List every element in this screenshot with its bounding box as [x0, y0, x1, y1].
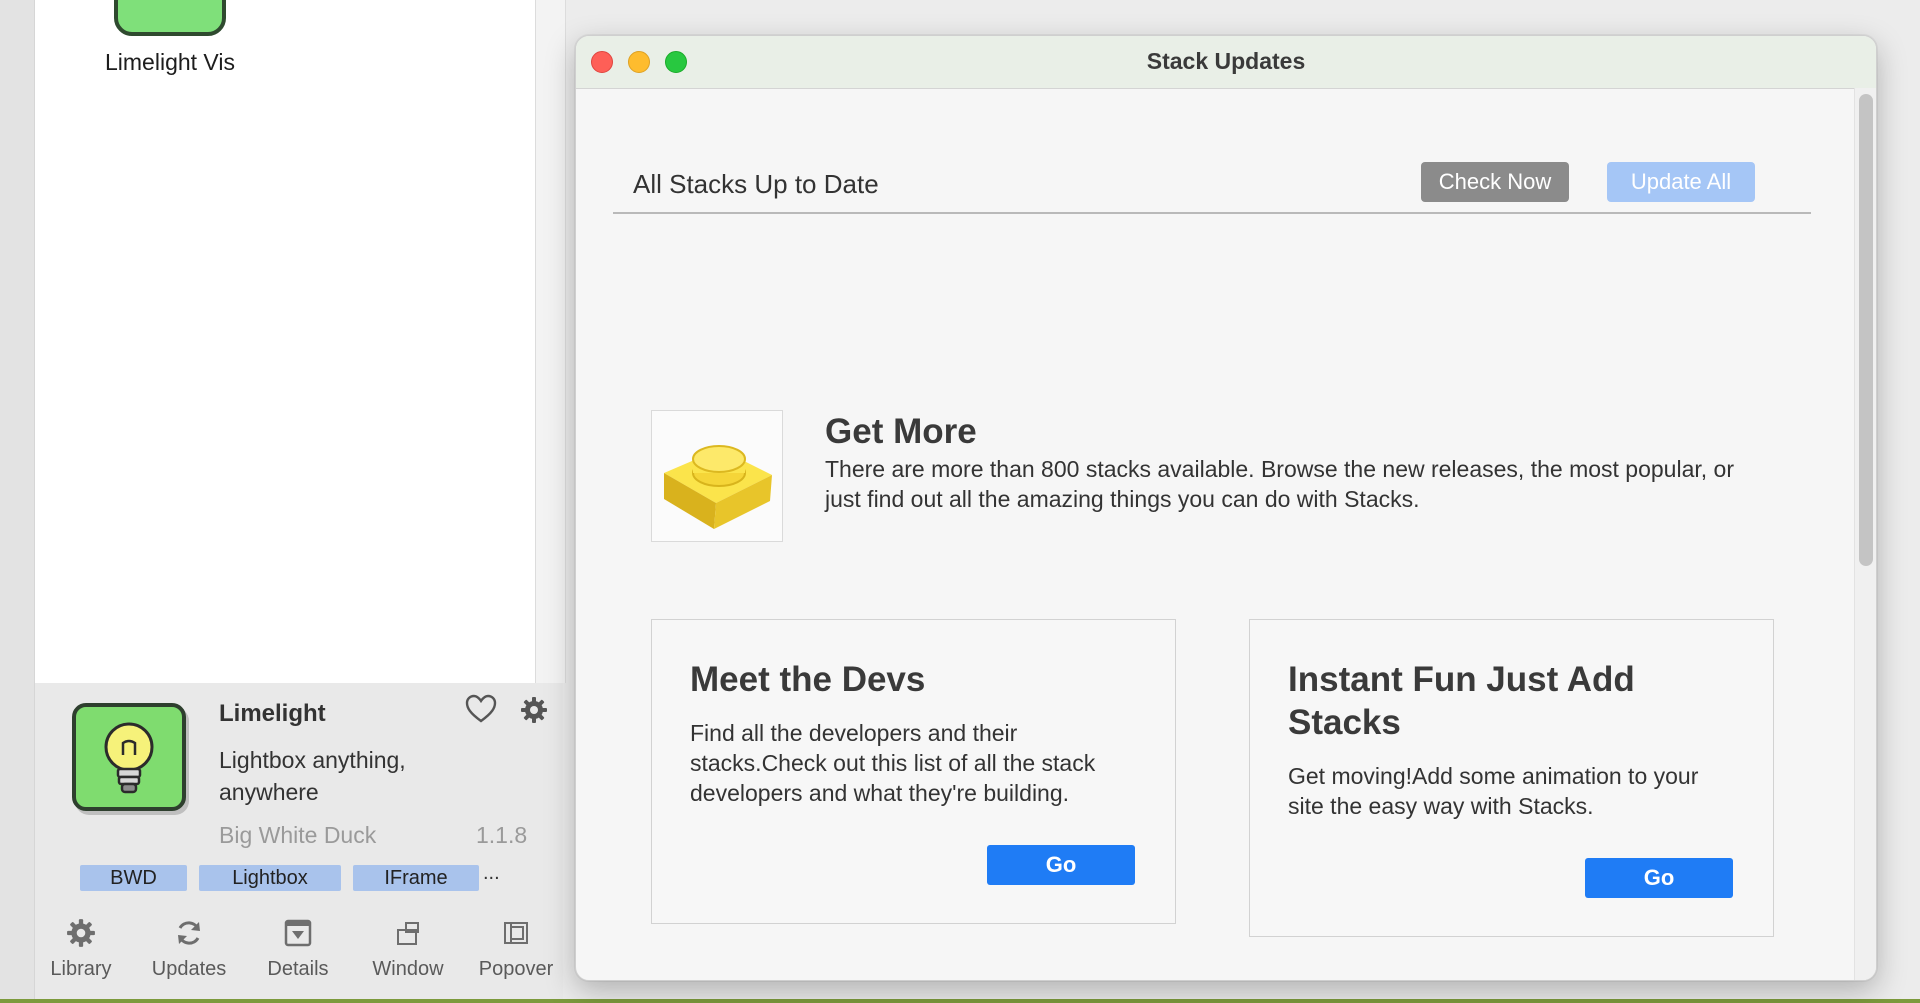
scrollbar-thumb[interactable] [1859, 94, 1873, 566]
library-split-divider[interactable] [535, 0, 566, 683]
stack-version: 1.1.8 [476, 822, 528, 848]
toolbar-library-label: Library [50, 958, 112, 980]
tag-iframe[interactable]: IFrame [353, 865, 479, 891]
header-divider [613, 212, 1811, 214]
meet-the-devs-go-button[interactable]: Go [987, 845, 1135, 885]
stack-title: Limelight [219, 700, 326, 727]
update-status-text: All Stacks Up to Date [633, 169, 879, 199]
toolbar-details-button[interactable]: Details [248, 918, 348, 981]
toolbar-popover-label: Popover [478, 958, 554, 980]
tags-more-indicator: ... [483, 862, 500, 884]
tag-lightbox[interactable]: Lightbox [199, 865, 341, 891]
stack-description: Lightbox anything, anywhere [219, 747, 406, 805]
meet-the-devs-card: Meet the Devs Find all the developers an… [651, 619, 1176, 924]
toolbar-window-button[interactable]: Window [358, 918, 458, 981]
window-title: Stack Updates [1146, 48, 1306, 74]
card-title: Instant Fun Just Add Stacks [1288, 660, 1635, 742]
toolbar-library-button[interactable]: Library [31, 918, 131, 981]
heart-icon[interactable] [465, 694, 497, 724]
stack-brick-image [651, 410, 783, 542]
lightbulb-stack-icon [72, 703, 186, 811]
card-title: Meet the Devs [690, 660, 926, 699]
refresh-icon [178, 921, 200, 945]
library-item-label[interactable]: Limelight Vis [90, 49, 250, 76]
stack-updates-window: Stack Updates All Stacks Up to Date Chec… [575, 35, 1877, 981]
toolbar-updates-label: Updates [151, 958, 227, 980]
card-text: Find all the developers and their stacks… [690, 720, 1096, 806]
toolbar-updates-button[interactable]: Updates [139, 918, 239, 981]
get-more-title: Get More [825, 412, 977, 451]
gear-icon [67, 919, 95, 947]
tag-bwd[interactable]: BWD [80, 865, 187, 891]
toolbar-details-label: Details [267, 958, 329, 980]
instant-fun-go-button[interactable]: Go [1585, 858, 1733, 898]
get-more-text: There are more than 800 stacks available… [825, 456, 1734, 512]
background-strip [0, 999, 1920, 1003]
details-icon [284, 919, 312, 947]
card-text: Get moving!Add some animation to your si… [1288, 763, 1699, 819]
check-now-button[interactable]: Check Now [1421, 162, 1569, 202]
update-all-button[interactable]: Update All [1607, 162, 1755, 202]
stack-author: Big White Duck [219, 822, 377, 848]
toolbar-window-label: Window [372, 958, 444, 980]
toolbar-popover-button[interactable]: Popover [466, 918, 566, 981]
left-gutter [0, 0, 35, 1003]
popover-icon [504, 922, 528, 944]
instant-fun-card: Instant Fun Just Add Stacks Get moving!A… [1249, 619, 1774, 937]
library-pane [35, 0, 535, 683]
gear-icon[interactable] [520, 696, 548, 724]
limelight-vis-stack-icon[interactable] [114, 0, 226, 36]
yellow-brick-icon [664, 445, 772, 529]
lightbulb-icon [104, 722, 154, 794]
window-icon [397, 922, 419, 945]
